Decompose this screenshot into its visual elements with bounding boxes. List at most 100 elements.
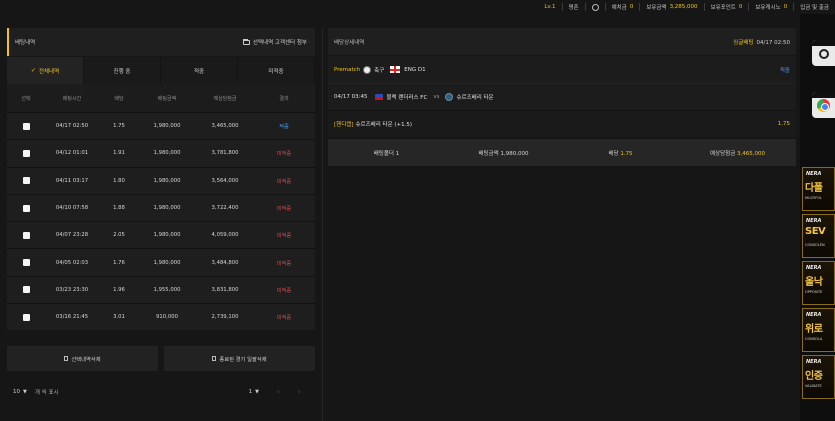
row-time: 04/12 01:01 <box>55 150 89 157</box>
promo-subtitle: VALIDATE <box>805 384 822 388</box>
pick-odds: 1.75 <box>777 121 790 127</box>
folder-icon <box>242 38 250 45</box>
gear-icon[interactable] <box>591 3 599 11</box>
sport-label: 축구 <box>374 67 385 74</box>
prev-page-icon[interactable]: ‹ <box>277 388 280 396</box>
check-icon: ✓ <box>30 67 36 74</box>
home-team: 블랙 랜더러스 FC <box>386 95 428 101</box>
summary-amount: 배팅금액 1,980,000 <box>478 150 529 157</box>
row-checkbox[interactable] <box>22 204 30 212</box>
row-checkbox[interactable] <box>22 122 30 130</box>
promo-banner[interactable]: NERA 다폴 MULTIFOL <box>802 167 835 211</box>
summary-expected: 예상당첨금 3,465,000 <box>709 150 766 157</box>
table-row[interactable]: 03/16 21:45 3.01 910,000 2,739,100 미적중 <box>7 303 315 331</box>
promo-banner[interactable]: NERA SEV CONSOLEN <box>802 214 835 258</box>
row-expected: 3,722,400 <box>211 205 239 212</box>
tab-in-progress[interactable]: 진행 중 <box>84 57 161 84</box>
row-odds: 1.80 <box>113 177 125 184</box>
row-select <box>7 231 45 239</box>
side-quick-menu: NERA 다폴 MULTIFOL NERA SEV CONSOLEN NERA 올낙 OPPOS… <box>800 14 835 421</box>
home-team-crest-icon <box>375 94 384 100</box>
divider <box>639 3 641 11</box>
promo-logo: NERA <box>806 218 822 224</box>
table-row[interactable]: 04/05 02:03 1.76 1,980,000 3,484,800 미적중 <box>7 248 315 276</box>
row-result: 미적중 <box>276 178 292 185</box>
table-row[interactable]: 04/10 07:58 1.88 1,980,000 3,722,400 미적중 <box>7 193 315 222</box>
money-balance: 보유금액 3,285,000 <box>646 4 698 11</box>
promo-subtitle: CONSOLA <box>805 337 823 341</box>
casino-balance: 보유캐시노 0 <box>755 4 788 11</box>
result-tabs: ✓ 전체내역 진행 중 적중 미적중 <box>7 57 315 84</box>
row-amount: 1,980,000 <box>153 205 181 212</box>
row-expected: 2,739,100 <box>211 314 239 321</box>
row-checkbox[interactable] <box>22 286 30 294</box>
col-amount: 배팅금액 <box>157 95 177 102</box>
row-expected: 3,484,800 <box>211 259 239 266</box>
top-bar: Lv.1 명촌 예치금 0 보유금액 3,285,000 보유포인트 0 보유캐시노 0… <box>0 0 835 14</box>
table-row[interactable]: 04/17 02:50 1.75 1,980,000 3,465,000 적중 <box>7 112 315 140</box>
trash-icon <box>212 356 217 362</box>
table-row[interactable]: 04/07 23:28 2.05 1,980,000 4,059,000 미적중 <box>7 221 315 249</box>
promo-subtitle: MULTIFOL <box>805 196 822 200</box>
kickoff-time: 04/17 03:45 <box>334 94 368 100</box>
row-amount: 1,980,000 <box>153 177 181 184</box>
row-checkbox[interactable] <box>22 231 30 239</box>
delete-finished-button[interactable]: 종료된 경기 일괄삭제 <box>164 346 315 372</box>
point-balance: 보유포인트 0 <box>710 4 743 11</box>
promo-title: SEV <box>805 226 826 237</box>
row-select <box>7 149 45 157</box>
delete-selected-button[interactable]: 선택내역삭제 <box>7 346 158 372</box>
match-info: Prematch 축구 ENG D1 적중 04/17 03:45 블랙 랜더러… <box>328 56 796 110</box>
row-odds: 1.91 <box>113 150 125 157</box>
page-size-select[interactable]: 10 ▼ <box>13 389 27 395</box>
bet-rows: 04/17 02:50 1.75 1,980,000 3,465,000 적중 04/12… <box>7 112 315 331</box>
tab-miss[interactable]: 미적중 <box>238 57 315 84</box>
row-odds: 3.01 <box>113 314 125 321</box>
row-result: 미적중 <box>276 287 292 294</box>
col-result: 결과 <box>279 95 289 102</box>
row-time: 04/11 03:17 <box>55 177 89 184</box>
divider <box>748 3 750 11</box>
table-row[interactable]: 04/11 03:17 1.80 1,980,000 3,564,000 미적중 <box>7 166 315 194</box>
promo-banner[interactable]: NERA 위로 CONSOLA <box>802 308 835 352</box>
promo-banner[interactable]: NERA 올낙 OPPOSITE <box>802 261 835 305</box>
level-badge: Lv.1 <box>544 4 556 10</box>
status-badge: 적중 <box>779 67 790 74</box>
deposit-withdraw-link[interactable]: 입금 및 출금 <box>800 3 829 11</box>
row-checkbox[interactable] <box>22 149 30 157</box>
tab-all[interactable]: ✓ 전체내역 <box>7 57 84 84</box>
table-row[interactable]: 03/23 23:30 1.96 1,955,000 3,831,800 미적중 <box>7 275 315 304</box>
col-select: 선택 <box>21 95 31 102</box>
match-meta: Prematch 축구 ENG D1 적중 <box>328 56 796 83</box>
row-time: 04/07 23:28 <box>55 232 89 239</box>
panel-title: 배팅내역 <box>15 40 36 46</box>
page-select[interactable]: 1 ▼ <box>249 389 259 395</box>
bet-summary: 배팅폴더 1 배팅금액 1,980,000 배당 1.75 예상당첨금 3,46… <box>328 139 796 166</box>
next-page-icon[interactable]: › <box>298 388 301 396</box>
col-time: 배팅시간 <box>62 95 82 102</box>
promo-banner[interactable]: NERA 인증 VALIDATE <box>802 355 835 399</box>
chrome-shortcut-button[interactable] <box>812 92 835 118</box>
row-time: 04/17 02:50 <box>55 123 89 130</box>
attach-to-support-link[interactable]: 선택내역 고객센터 첨부 <box>242 38 307 46</box>
tab-win[interactable]: 적중 <box>161 57 238 84</box>
row-amount: 910,000 <box>156 314 178 321</box>
row-odds: 1.88 <box>113 205 125 212</box>
match-teams: 04/17 03:45 블랙 랜더러스 FC vs 슈르즈베리 타운 <box>328 83 796 110</box>
row-checkbox[interactable] <box>22 313 30 321</box>
action-buttons: 선택내역삭제 종료된 경기 일괄삭제 <box>7 346 315 372</box>
divider <box>793 3 795 11</box>
row-expected: 3,831,800 <box>211 286 239 293</box>
row-checkbox[interactable] <box>22 259 30 267</box>
promo-title: 올낙 <box>805 277 823 288</box>
row-odds: 1.76 <box>113 259 125 266</box>
row-checkbox[interactable] <box>22 177 30 185</box>
away-team: 슈르즈베리 타운 <box>456 95 494 101</box>
row-select <box>7 204 45 212</box>
chevron-down-icon: ▼ <box>23 389 27 396</box>
row-amount: 1,980,000 <box>153 123 181 130</box>
table-row[interactable]: 04/12 01:01 1.91 1,980,000 3,781,800 미적중 <box>7 139 315 167</box>
username[interactable]: 명촌 <box>569 3 579 11</box>
bet-history-panel: 배팅내역 선택내역 고객센터 첨부 ✓ 전체내역 진행 중 적중 미적중 선택 배… <box>7 28 315 400</box>
search-shortcut-button[interactable] <box>812 40 835 66</box>
